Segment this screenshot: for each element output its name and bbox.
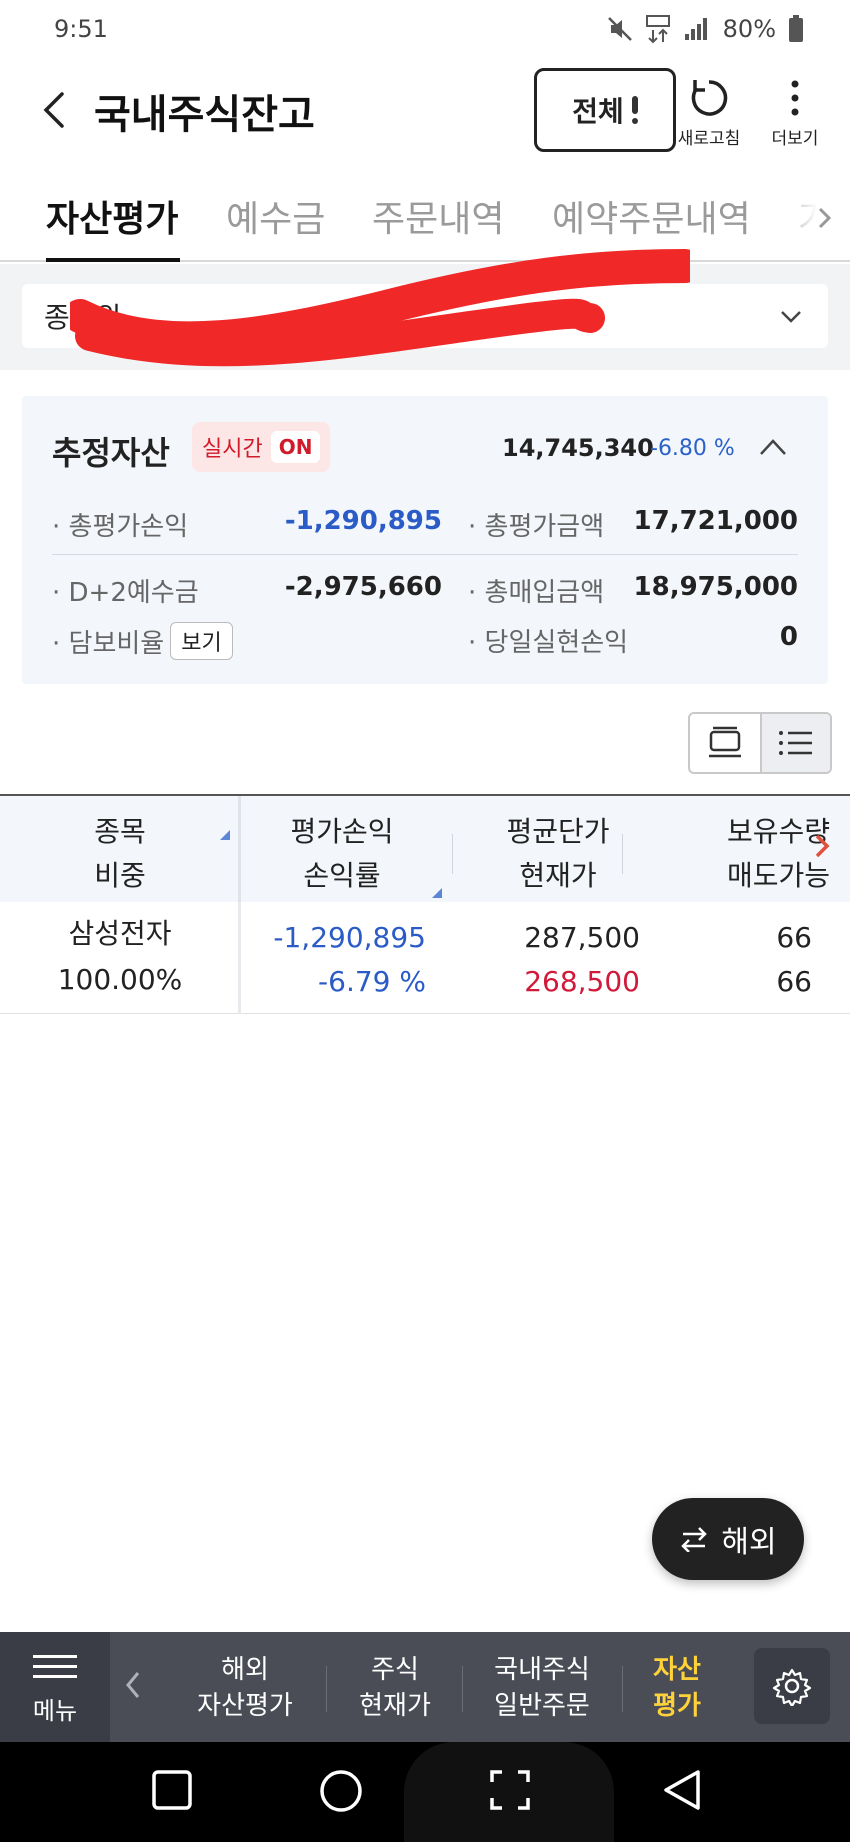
total-purchase-amount: 18,975,000: [633, 572, 798, 602]
chevron-right-icon[interactable]: [812, 832, 832, 860]
nav-separator: [462, 1666, 463, 1712]
menu-label: 메뉴: [32, 1697, 78, 1725]
chevron-right-icon[interactable]: [816, 206, 834, 230]
column-header-price[interactable]: 평균단가 현재가: [478, 810, 638, 898]
sort-indicator-icon: [220, 830, 230, 840]
collateral-view-button[interactable]: 보기: [170, 622, 233, 660]
redaction-mark: [70, 249, 690, 367]
tab-deposit[interactable]: 예수금: [226, 190, 325, 242]
total-estimated-value: 14,745,340: [502, 434, 654, 462]
status-time: 9:51: [54, 15, 108, 43]
refresh-label: 새로고침: [677, 129, 741, 149]
nav-separator: [622, 1666, 623, 1712]
recent-apps-icon[interactable]: [150, 1768, 194, 1812]
all-accounts-button[interactable]: 전체: [534, 68, 676, 152]
card-divider: [52, 554, 798, 555]
battery-icon: [789, 15, 803, 42]
tab-reserved-orders[interactable]: 예약주문내역: [552, 190, 751, 242]
sellable-qty: 66: [776, 965, 812, 998]
page-title: 국내주식잔고: [94, 92, 315, 138]
today-realized-pnl: 0: [779, 622, 798, 652]
home-icon[interactable]: [318, 1768, 364, 1814]
more-label: 더보기: [771, 129, 819, 149]
stock-weight: 100.00%: [57, 963, 183, 996]
column-separator: [452, 834, 453, 874]
chevron-down-icon: [781, 311, 801, 323]
stock-name: 삼성전자: [68, 917, 172, 950]
settings-button[interactable]: [754, 1648, 830, 1724]
exclamation-icon: [631, 96, 638, 124]
column-separator: [622, 834, 623, 874]
summary-label: · 총평가손익: [52, 512, 189, 542]
refresh-icon: [691, 80, 728, 116]
holding-qty: 66: [776, 921, 812, 954]
chevron-left-icon[interactable]: [124, 1670, 142, 1700]
card-view-button[interactable]: [690, 714, 760, 772]
holdings-table-header: 종목 비중 평가손익 손익률 평균단가 현재가 보유수량 매도가능: [0, 794, 850, 904]
realtime-toggle[interactable]: 실시간 ON: [192, 422, 331, 472]
hamburger-icon: [33, 1648, 77, 1685]
tab-fade: [770, 178, 850, 258]
tab-asset-evaluation[interactable]: 자산평가: [46, 190, 178, 242]
card-view-icon: [709, 726, 741, 758]
tab-order-history[interactable]: 주문내역: [372, 190, 504, 242]
back-triangle-icon[interactable]: [660, 1768, 704, 1812]
nav-stock-price[interactable]: 주식 현재가: [342, 1652, 448, 1724]
back-arrow-icon[interactable]: [34, 88, 78, 132]
chevron-up-icon[interactable]: [758, 436, 788, 458]
eval-pnl: -1,290,895: [273, 921, 426, 954]
view-toggle: [688, 712, 832, 774]
all-button-label: 전체: [572, 95, 624, 128]
sort-indicator-icon: [432, 888, 442, 898]
total-change-percent: -6.80 %: [650, 436, 735, 461]
list-view-icon: [779, 731, 812, 755]
total-eval-pnl: -1,290,895: [284, 506, 442, 536]
refresh-button[interactable]: 새로고침: [674, 76, 744, 149]
total-eval-amount: 17,721,000: [633, 506, 798, 536]
signal-icon: [684, 18, 707, 40]
column-separator: [238, 796, 241, 904]
screenshot-icon[interactable]: [488, 1768, 532, 1812]
nav-asset-evaluation[interactable]: 자산 평가: [636, 1652, 718, 1724]
more-button[interactable]: 더보기: [764, 76, 826, 149]
estimated-assets-card: 추정자산 실시간 ON 14,745,340 -6.80 % · 총평가손익 -…: [22, 396, 828, 684]
bottom-navigation: 메뉴 해외 자산평가 주식 현재가 국내주식 일반주문 자산 평가: [0, 1632, 850, 1742]
list-view-button[interactable]: [760, 714, 830, 772]
nav-separator: [326, 1666, 327, 1712]
d2-deposit: -2,975,660: [284, 572, 442, 602]
more-vertical-icon: [791, 80, 799, 116]
realtime-state: ON: [270, 431, 321, 463]
status-bar: 9:51 80%: [0, 0, 850, 58]
column-header-pnl[interactable]: 평가손익 손익률: [262, 810, 422, 898]
summary-label: · 담보비율 보기: [52, 622, 233, 660]
gear-icon: [772, 1668, 812, 1706]
nav-overseas-assets[interactable]: 해외 자산평가: [180, 1652, 310, 1724]
table-row[interactable]: 삼성전자 100.00% -1,290,895 -6.79 % 287,500 …: [0, 902, 850, 1014]
column-header-quantity[interactable]: 보유수량 매도가능: [670, 810, 830, 898]
current-price: 268,500: [524, 965, 640, 998]
realtime-label: 실시간: [202, 437, 263, 462]
column-header-stock[interactable]: 종목 비중: [40, 810, 200, 898]
fab-label: 해외: [721, 1525, 777, 1560]
app-header: 국내주식잔고 전체 새로고침 더보기: [0, 60, 850, 160]
avg-price: 287,500: [524, 921, 640, 954]
lte-icon: [645, 15, 670, 44]
pnl-rate: -6.79 %: [318, 965, 426, 998]
battery-percent: 80%: [722, 15, 776, 43]
overseas-switch-button[interactable]: 해외: [652, 1498, 804, 1580]
summary-label: · D+2예수금: [52, 578, 199, 608]
card-title: 추정자산: [52, 434, 170, 472]
status-icons: 80%: [607, 14, 804, 44]
mute-icon: [607, 17, 632, 41]
system-navigation-bar: [0, 1742, 850, 1842]
swap-arrows-icon: [681, 1527, 708, 1552]
nav-domestic-order[interactable]: 국내주식 일반주문: [474, 1652, 610, 1724]
menu-button[interactable]: 메뉴: [0, 1632, 110, 1742]
